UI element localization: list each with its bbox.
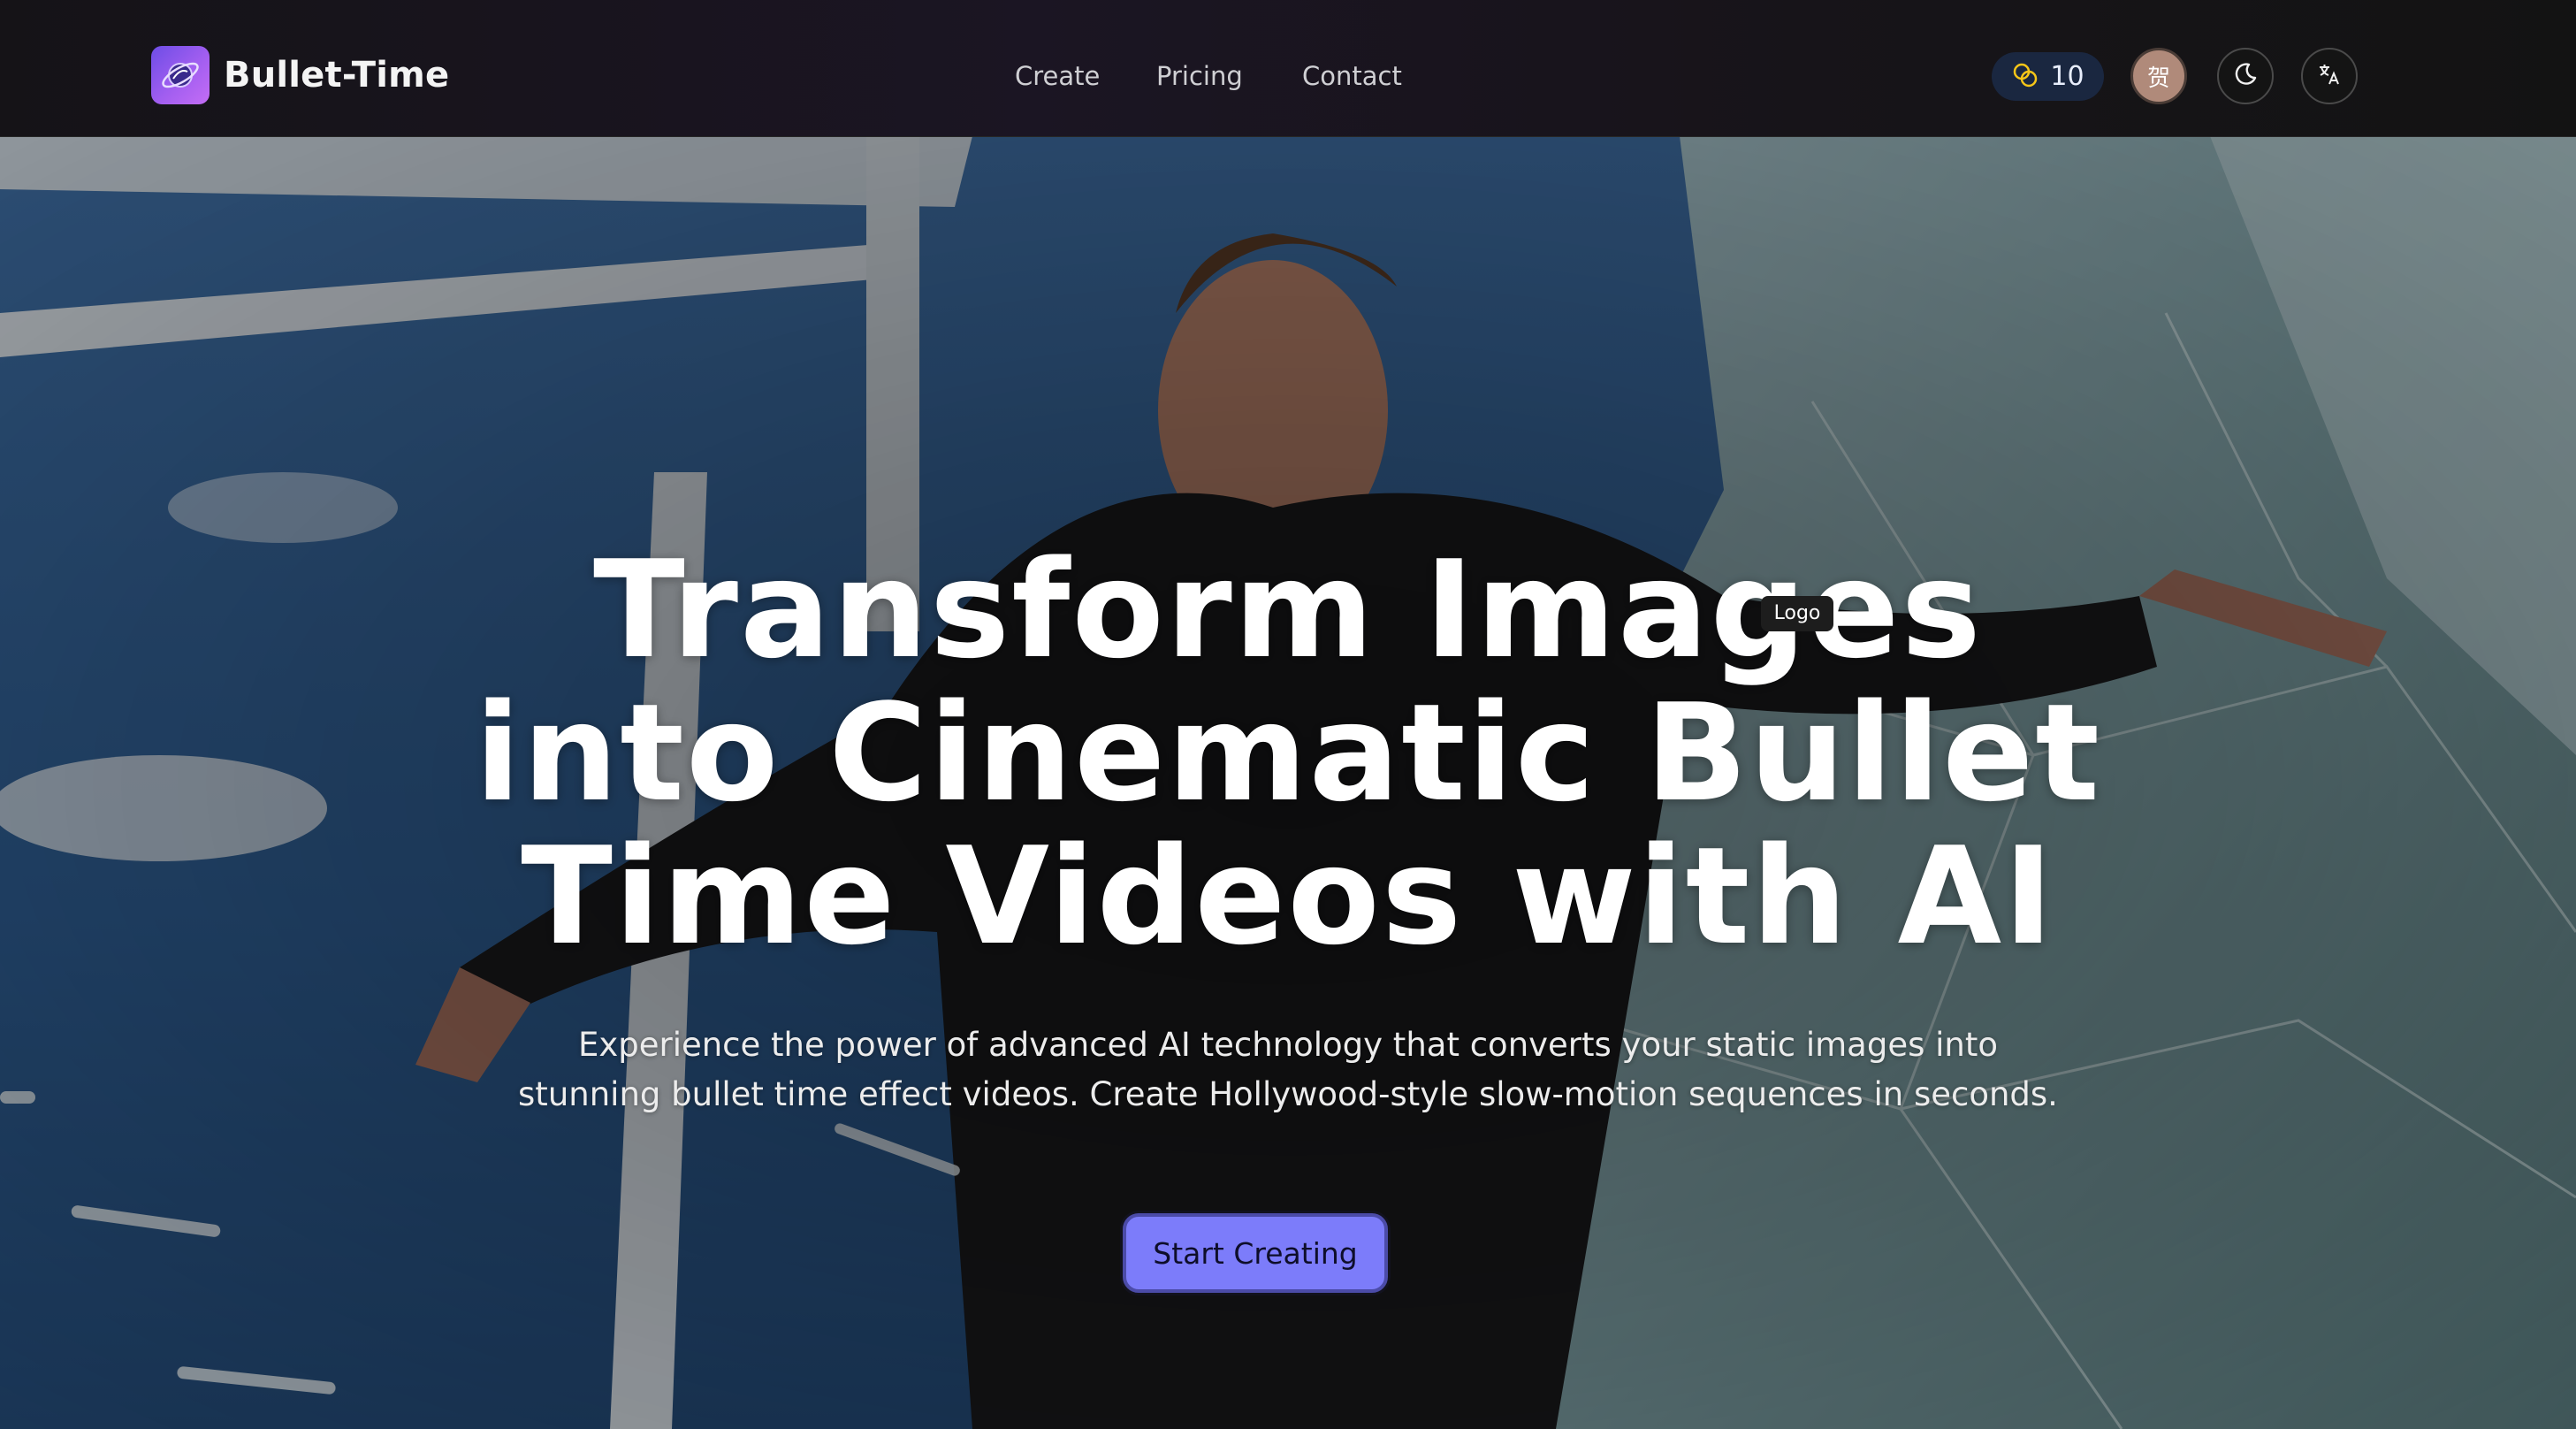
language-toggle-button[interactable] [2301, 48, 2358, 104]
hero-subtitle-line: Experience the power of advanced AI tech… [577, 1026, 1999, 1064]
hero-subtitle-line: stunning bullet time effect videos. Crea… [518, 1075, 2058, 1113]
top-navbar: Bullet-Time Create Pricing Contact 10 贺 [0, 0, 2576, 137]
hero-headline: Transform Images into Cinematic Bullet T… [404, 539, 2172, 968]
hero-subtitle: Experience the power of advanced AI tech… [404, 1020, 2172, 1120]
user-avatar[interactable]: 贺 [2130, 48, 2187, 104]
hero-headline-line: Transform Images [593, 531, 1983, 688]
credits-badge[interactable]: 10 [1992, 52, 2104, 101]
moon-icon [2232, 61, 2259, 91]
hero-headline-line: into Cinematic Bullet [474, 675, 2102, 831]
translate-icon [2316, 61, 2343, 91]
logo-tooltip: Logo [1761, 596, 1833, 631]
hero-content: Transform Images into Cinematic Bullet T… [0, 136, 2576, 1429]
credits-count: 10 [2050, 61, 2084, 92]
coins-icon [2011, 61, 2039, 93]
start-creating-button[interactable]: Start Creating [1123, 1213, 1388, 1293]
main-nav: Create Pricing Contact [0, 58, 2576, 94]
nav-link-pricing[interactable]: Pricing [1156, 58, 1243, 94]
hero-headline-line: Time Videos with AI [521, 818, 2055, 974]
hero-section: Transform Images into Cinematic Bullet T… [0, 136, 2576, 1429]
nav-link-create[interactable]: Create [1015, 58, 1100, 94]
page: Bullet-Time Create Pricing Contact 10 贺 [0, 0, 2576, 1429]
theme-toggle-button[interactable] [2217, 48, 2274, 104]
nav-link-contact[interactable]: Contact [1302, 58, 1402, 94]
